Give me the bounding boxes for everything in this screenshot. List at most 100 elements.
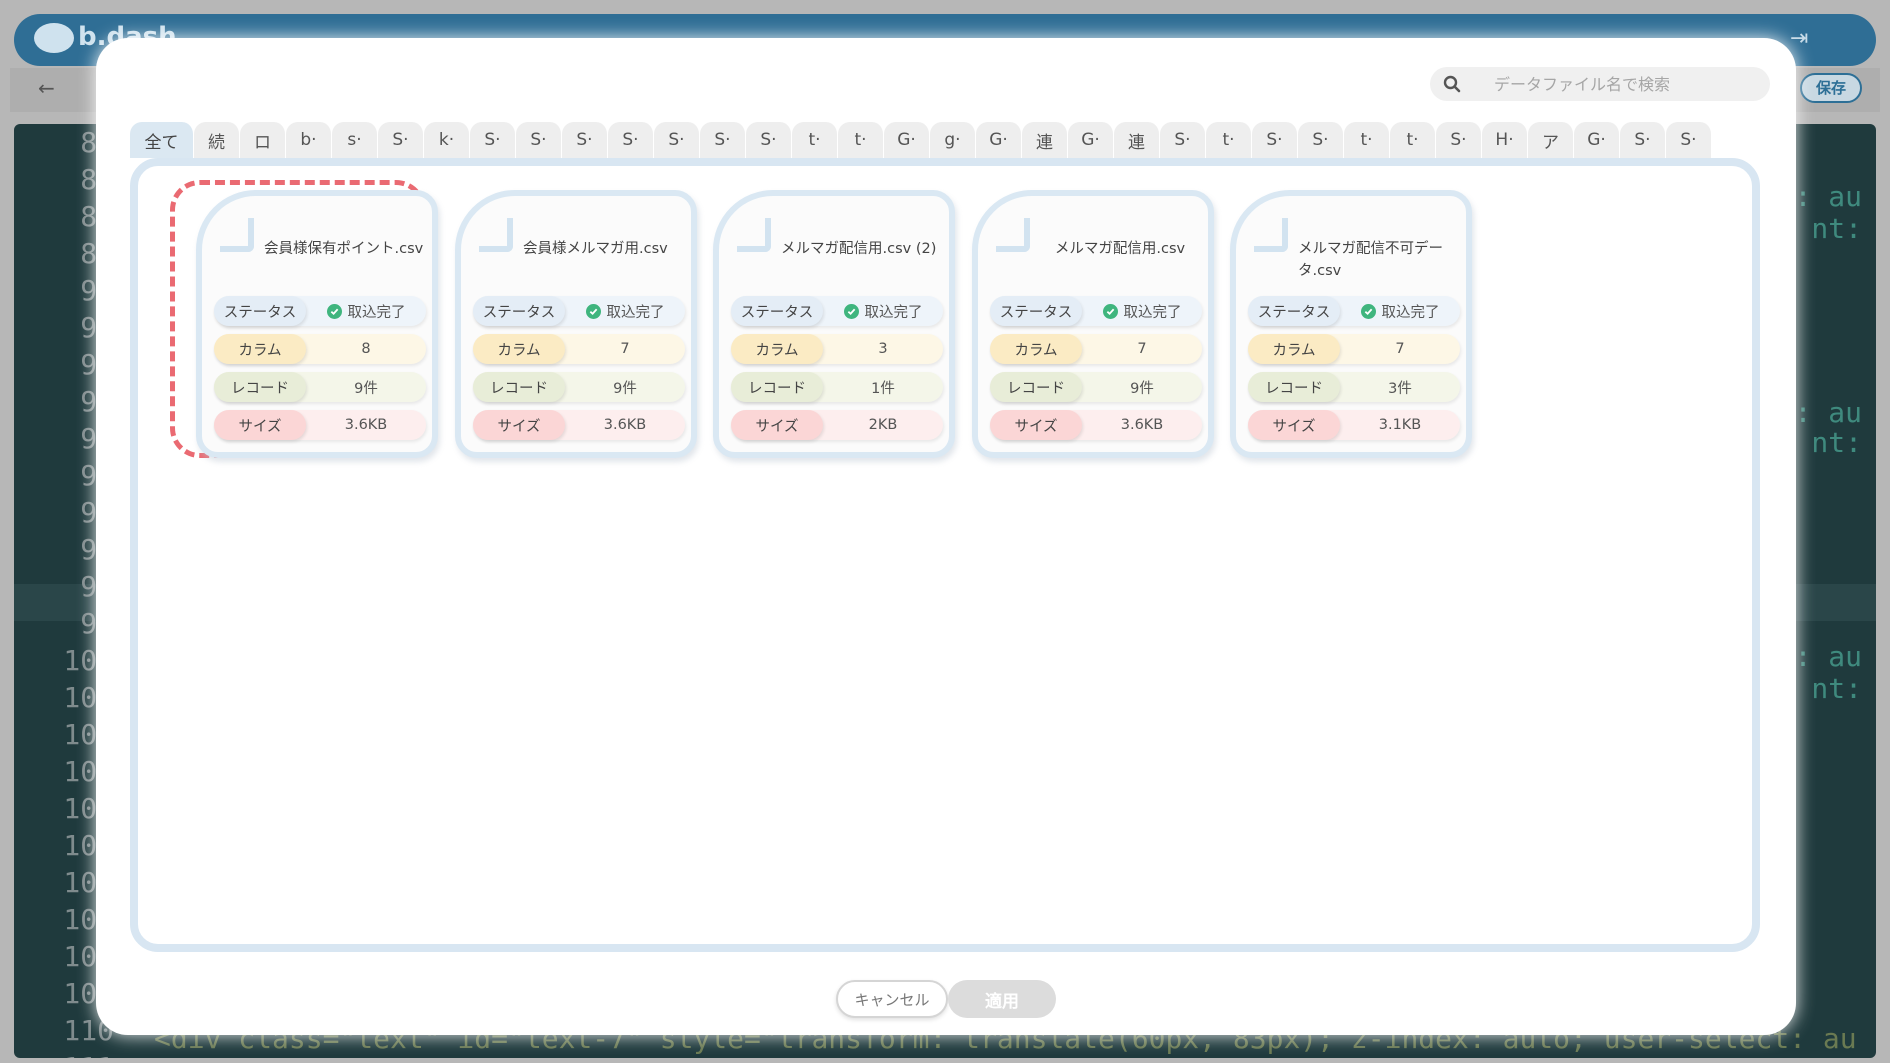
size-label: サイズ (473, 410, 565, 440)
tab-item[interactable]: t· (1390, 122, 1436, 158)
tab-item[interactable]: t· (838, 122, 884, 158)
tab-item[interactable]: k· (424, 122, 470, 158)
search-box (1430, 67, 1770, 101)
tab-item[interactable]: S· (1620, 122, 1666, 158)
status-label: ステータス (214, 296, 306, 326)
tab-item[interactable]: b· (286, 122, 332, 158)
size-row: サイズ 3.6KB (473, 410, 685, 440)
columns-value: 7 (620, 341, 630, 357)
file-document-icon: メルマガ配信用.csv ステータス 取込完了 カラム 7 レコード 9件 サイズ… (972, 190, 1214, 458)
records-row: レコード 9件 (214, 372, 426, 402)
status-value: 取込完了 (1340, 301, 1460, 322)
tab-item[interactable]: S· (746, 122, 792, 158)
file-name: メルマガ配信不可データ.csv (1298, 241, 1443, 279)
tab-item[interactable]: S· (470, 122, 516, 158)
status-value: 取込完了 (1082, 301, 1202, 322)
tab-item[interactable]: S· (1436, 122, 1482, 158)
tab-item[interactable]: s· (332, 122, 378, 158)
data-file-card[interactable]: メルマガ配信用.csv (2) ステータス 取込完了 カラム 3 レコード 1件 (713, 190, 955, 458)
check-circle-icon (843, 303, 859, 319)
tab-item[interactable]: S· (608, 122, 654, 158)
data-file-card[interactable]: メルマガ配信不可データ.csv ステータス 取込完了 カラム 7 レコード 3件 (1230, 190, 1472, 458)
size-row: サイズ 3.6KB (214, 410, 426, 440)
check-circle-icon (585, 303, 601, 319)
status-text: 取込完了 (864, 304, 923, 321)
columns-label: カラム (1248, 334, 1340, 364)
records-row: レコード 9件 (473, 372, 685, 402)
file-info-rows: ステータス 取込完了 カラム 7 レコード 9件 サイズ 3.6KB (990, 296, 1202, 448)
tab-item[interactable]: S· (1160, 122, 1206, 158)
cancel-button[interactable]: キャンセル (836, 980, 948, 1018)
status-row: ステータス 取込完了 (990, 296, 1202, 326)
tab-item[interactable]: G· (976, 122, 1022, 158)
status-row: ステータス 取込完了 (731, 296, 943, 326)
apply-button[interactable]: 適用 (948, 980, 1056, 1018)
file-document-icon: 会員様メルマガ用.csv ステータス 取込完了 カラム 7 レコード 9件 サイ… (455, 190, 697, 458)
tab-item[interactable]: G· (1068, 122, 1114, 158)
file-document-icon: メルマガ配信用.csv (2) ステータス 取込完了 カラム 3 レコード 1件 (713, 190, 955, 458)
tab-item[interactable]: G· (1574, 122, 1620, 158)
status-text: 取込完了 (1123, 304, 1182, 321)
page-fold-icon (220, 218, 254, 252)
page-fold-icon (479, 218, 513, 252)
tab-item[interactable]: S· (1298, 122, 1344, 158)
columns-value: 8 (361, 341, 371, 357)
tab-item[interactable]: S· (654, 122, 700, 158)
file-document-icon: 会員様保有ポイント.csv ステータス 取込完了 カラム 8 レコード 9件 サ… (196, 190, 438, 458)
tab-item[interactable]: S· (378, 122, 424, 158)
tab-item[interactable]: g· (930, 122, 976, 158)
tab-item[interactable]: t· (792, 122, 838, 158)
tab-item[interactable]: S· (1252, 122, 1298, 158)
size-label: サイズ (214, 410, 306, 440)
columns-row: カラム 3 (731, 334, 943, 364)
size-value: 3.1KB (1378, 417, 1422, 433)
data-file-card[interactable]: 会員様保有ポイント.csv ステータス 取込完了 カラム 8 レコード 9件 サ… (170, 180, 438, 458)
records-label: レコード (1248, 372, 1340, 402)
tab-item[interactable]: S· (700, 122, 746, 158)
records-label: レコード (473, 372, 565, 402)
file-name: メルマガ配信用.csv (1054, 241, 1186, 257)
search-input[interactable] (1474, 74, 1744, 94)
columns-row: カラム 8 (214, 334, 426, 364)
records-value: 3件 (1388, 380, 1412, 397)
tab-item[interactable]: 連 (1114, 122, 1160, 158)
tab-item[interactable]: 続 (194, 122, 240, 158)
file-name: メルマガ配信用.csv (2) (781, 241, 937, 257)
status-text: 取込完了 (347, 304, 406, 321)
columns-value: 3 (878, 341, 888, 357)
status-value: 取込完了 (565, 301, 685, 322)
tab-item[interactable]: 連 (1022, 122, 1068, 158)
tab-item[interactable]: ア (1528, 122, 1574, 158)
tab-all[interactable]: 全て (130, 122, 194, 158)
status-label: ステータス (473, 296, 565, 326)
size-value: 3.6KB (1120, 417, 1164, 433)
size-row: サイズ 2KB (731, 410, 943, 440)
file-document-icon: メルマガ配信不可データ.csv ステータス 取込完了 カラム 7 レコード 3件 (1230, 190, 1472, 458)
tab-item[interactable]: S· (562, 122, 608, 158)
records-value: 9件 (1130, 380, 1154, 397)
size-value: 2KB (868, 417, 898, 433)
save-button: 保存 (1800, 73, 1862, 103)
size-label: サイズ (1248, 410, 1340, 440)
size-row: サイズ 3.6KB (990, 410, 1202, 440)
data-file-card[interactable]: 会員様メルマガ用.csv ステータス 取込完了 カラム 7 レコード 9件 サイ… (455, 190, 697, 458)
columns-value: 7 (1137, 341, 1147, 357)
status-label: ステータス (1248, 296, 1340, 326)
filter-tabs: 全て続ロ b· s· S· k· S· S· S· S· S· S· S· t· t· G· g· G· 連 G· 連… (130, 122, 1712, 158)
tab-item[interactable]: t· (1344, 122, 1390, 158)
code-fragment: nt: (1811, 212, 1862, 245)
tab-item[interactable]: S· (1666, 122, 1712, 158)
tab-item[interactable]: S· (516, 122, 562, 158)
tab-item[interactable]: H· (1482, 122, 1528, 158)
file-grid-panel: 会員様保有ポイント.csv ステータス 取込完了 カラム 8 レコード 9件 サ… (130, 158, 1760, 952)
file-info-rows: ステータス 取込完了 カラム 8 レコード 9件 サイズ 3.6KB (214, 296, 426, 448)
columns-row: カラム 7 (1248, 334, 1460, 364)
check-circle-icon (1102, 303, 1118, 319)
file-info-rows: ステータス 取込完了 カラム 3 レコード 1件 サイズ 2KB (731, 296, 943, 448)
search-icon[interactable] (1430, 67, 1474, 101)
tab-item[interactable]: G· (884, 122, 930, 158)
tab-item[interactable]: ロ (240, 122, 286, 158)
tab-item[interactable]: t· (1206, 122, 1252, 158)
data-file-card[interactable]: メルマガ配信用.csv ステータス 取込完了 カラム 7 レコード 9件 サイズ… (972, 190, 1214, 458)
status-row: ステータス 取込完了 (473, 296, 685, 326)
